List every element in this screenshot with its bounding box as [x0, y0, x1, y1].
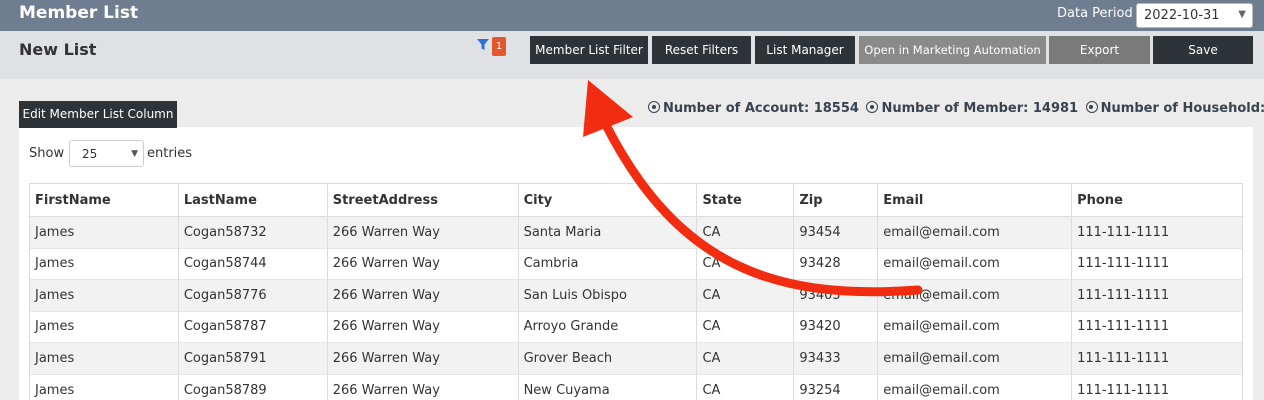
table-cell: 266 Warren Way	[326, 310, 519, 343]
list-manager-button[interactable]: List Manager	[755, 36, 855, 64]
table-cell: CA	[696, 279, 795, 311]
radio-dot-icon	[866, 101, 879, 113]
table-cell: 93428	[793, 247, 879, 280]
table-cell: email@email.com	[877, 342, 1073, 374]
column-header[interactable]: Zip	[793, 183, 879, 217]
column-header[interactable]: City	[517, 183, 698, 217]
reset-filters-button[interactable]: Reset Filters	[652, 36, 751, 64]
column-header[interactable]: Email	[877, 183, 1073, 217]
data-period-value: 2022-10-31	[1144, 8, 1220, 23]
open-marketing-automation-button[interactable]: Open in Marketing Automation	[859, 36, 1046, 64]
table-cell: Cogan58744	[177, 247, 328, 280]
table-cell: CA	[696, 310, 795, 343]
entries-label: entries	[147, 146, 193, 161]
table-cell: 111-111-1111	[1071, 216, 1243, 248]
table-row[interactable]: James Cogan58744 266 Warren Way Cambria CA 93…	[29, 247, 1243, 280]
table-cell: San Luis Obispo	[517, 279, 698, 311]
app-title: Member List	[19, 3, 139, 23]
chevron-down-icon: ▼	[131, 149, 138, 159]
member-table: FirstName LastName StreetAddress City St…	[29, 183, 1243, 400]
table-row[interactable]: James Cogan58787 266 Warren Way Arroyo Gran…	[29, 310, 1243, 343]
account-count: Number of Account: 18554	[663, 101, 859, 116]
table-cell: Cogan58732	[177, 216, 328, 248]
list-title: New List	[19, 40, 97, 59]
table-cell: email@email.com	[877, 279, 1073, 311]
table-cell: Cogan58791	[177, 342, 328, 374]
table-cell: 93405	[793, 279, 879, 311]
table-cell: 266 Warren Way	[326, 279, 519, 311]
table-cell: Cogan58789	[177, 373, 328, 400]
table-cell: CA	[696, 247, 795, 280]
table-cell: CA	[696, 342, 795, 374]
member-count: Number of Member: 14981	[881, 101, 1079, 116]
entries-per-page-select[interactable]: 25 ▼	[69, 140, 144, 167]
table-cell: 111-111-1111	[1071, 247, 1243, 280]
table-cell: 93420	[793, 310, 879, 343]
table-cell: James	[29, 279, 179, 311]
save-button[interactable]: Save	[1153, 36, 1253, 64]
table-cell: 266 Warren Way	[326, 247, 519, 280]
table-cell: 111-111-1111	[1071, 310, 1243, 343]
filter-count-badge: 1	[492, 37, 506, 56]
table-cell: Cogan58787	[177, 310, 328, 343]
table-cell: James	[29, 373, 179, 400]
table-cell: 111-111-1111	[1071, 373, 1243, 400]
chevron-down-icon: ▼	[1238, 9, 1246, 20]
column-header[interactable]: FirstName	[29, 183, 179, 217]
table-cell: James	[29, 247, 179, 280]
export-button[interactable]: Export	[1049, 36, 1150, 64]
table-cell: Grover Beach	[517, 342, 698, 374]
table-cell: 93254	[793, 373, 879, 400]
household-count: Number of Household: 14324	[1100, 101, 1264, 116]
table-cell: 111-111-1111	[1071, 279, 1243, 311]
show-label: Show	[29, 146, 65, 161]
table-header-row: FirstName LastName StreetAddress City St…	[29, 183, 1243, 217]
column-header[interactable]: State	[696, 183, 795, 217]
table-cell: Cambria	[517, 247, 698, 280]
table-row[interactable]: James Cogan58791 266 Warren Way Grover Beac…	[29, 342, 1243, 374]
table-cell: 266 Warren Way	[326, 373, 519, 400]
filter-icon[interactable]	[477, 39, 489, 51]
table-row[interactable]: James Cogan58789 266 Warren Way New Cuyama C…	[29, 373, 1243, 400]
table-cell: 266 Warren Way	[326, 342, 519, 374]
column-header[interactable]: LastName	[177, 183, 328, 217]
radio-dot-icon	[648, 101, 660, 113]
data-period-select[interactable]: 2022-10-31 ▼	[1136, 3, 1253, 28]
list-stats: Number of Account: 18554 Number of Membe…	[648, 101, 1264, 116]
table-cell: 93454	[793, 216, 879, 248]
table-cell: Arroyo Grande	[517, 310, 698, 343]
table-cell: email@email.com	[877, 310, 1073, 343]
edit-member-list-column-button[interactable]: Edit Member List Column	[19, 101, 177, 128]
list-header-bar: New List 1 Member List Filter Reset Filt…	[0, 31, 1264, 79]
radio-dot-icon	[1085, 101, 1098, 113]
table-cell: James	[29, 342, 179, 374]
table-cell: James	[29, 216, 179, 248]
table-cell: Cogan58776	[177, 279, 328, 311]
table-cell: Santa Maria	[517, 216, 698, 248]
data-period-label: Data Period	[1057, 6, 1133, 21]
table-cell: 266 Warren Way	[326, 216, 519, 248]
table-cell: James	[29, 310, 179, 343]
table-cell: email@email.com	[877, 216, 1073, 248]
table-cell: CA	[696, 216, 795, 248]
table-row[interactable]: James Cogan58732 266 Warren Way Santa Maria…	[29, 216, 1243, 248]
table-cell: New Cuyama	[517, 373, 698, 400]
table-cell: 93433	[793, 342, 879, 374]
column-header[interactable]: Phone	[1071, 183, 1243, 217]
table-cell: CA	[696, 373, 795, 400]
entries-value: 25	[82, 147, 98, 161]
member-list-filter-button[interactable]: Member List Filter	[530, 36, 648, 64]
column-header[interactable]: StreetAddress	[326, 183, 519, 217]
table-row[interactable]: James Cogan58776 266 Warren Way San Luis Ob…	[29, 279, 1243, 311]
top-bar: Member List Data Period 2022-10-31 ▼	[0, 0, 1264, 31]
table-cell: 111-111-1111	[1071, 342, 1243, 374]
table-cell: email@email.com	[877, 373, 1073, 400]
table-cell: email@email.com	[877, 247, 1073, 280]
